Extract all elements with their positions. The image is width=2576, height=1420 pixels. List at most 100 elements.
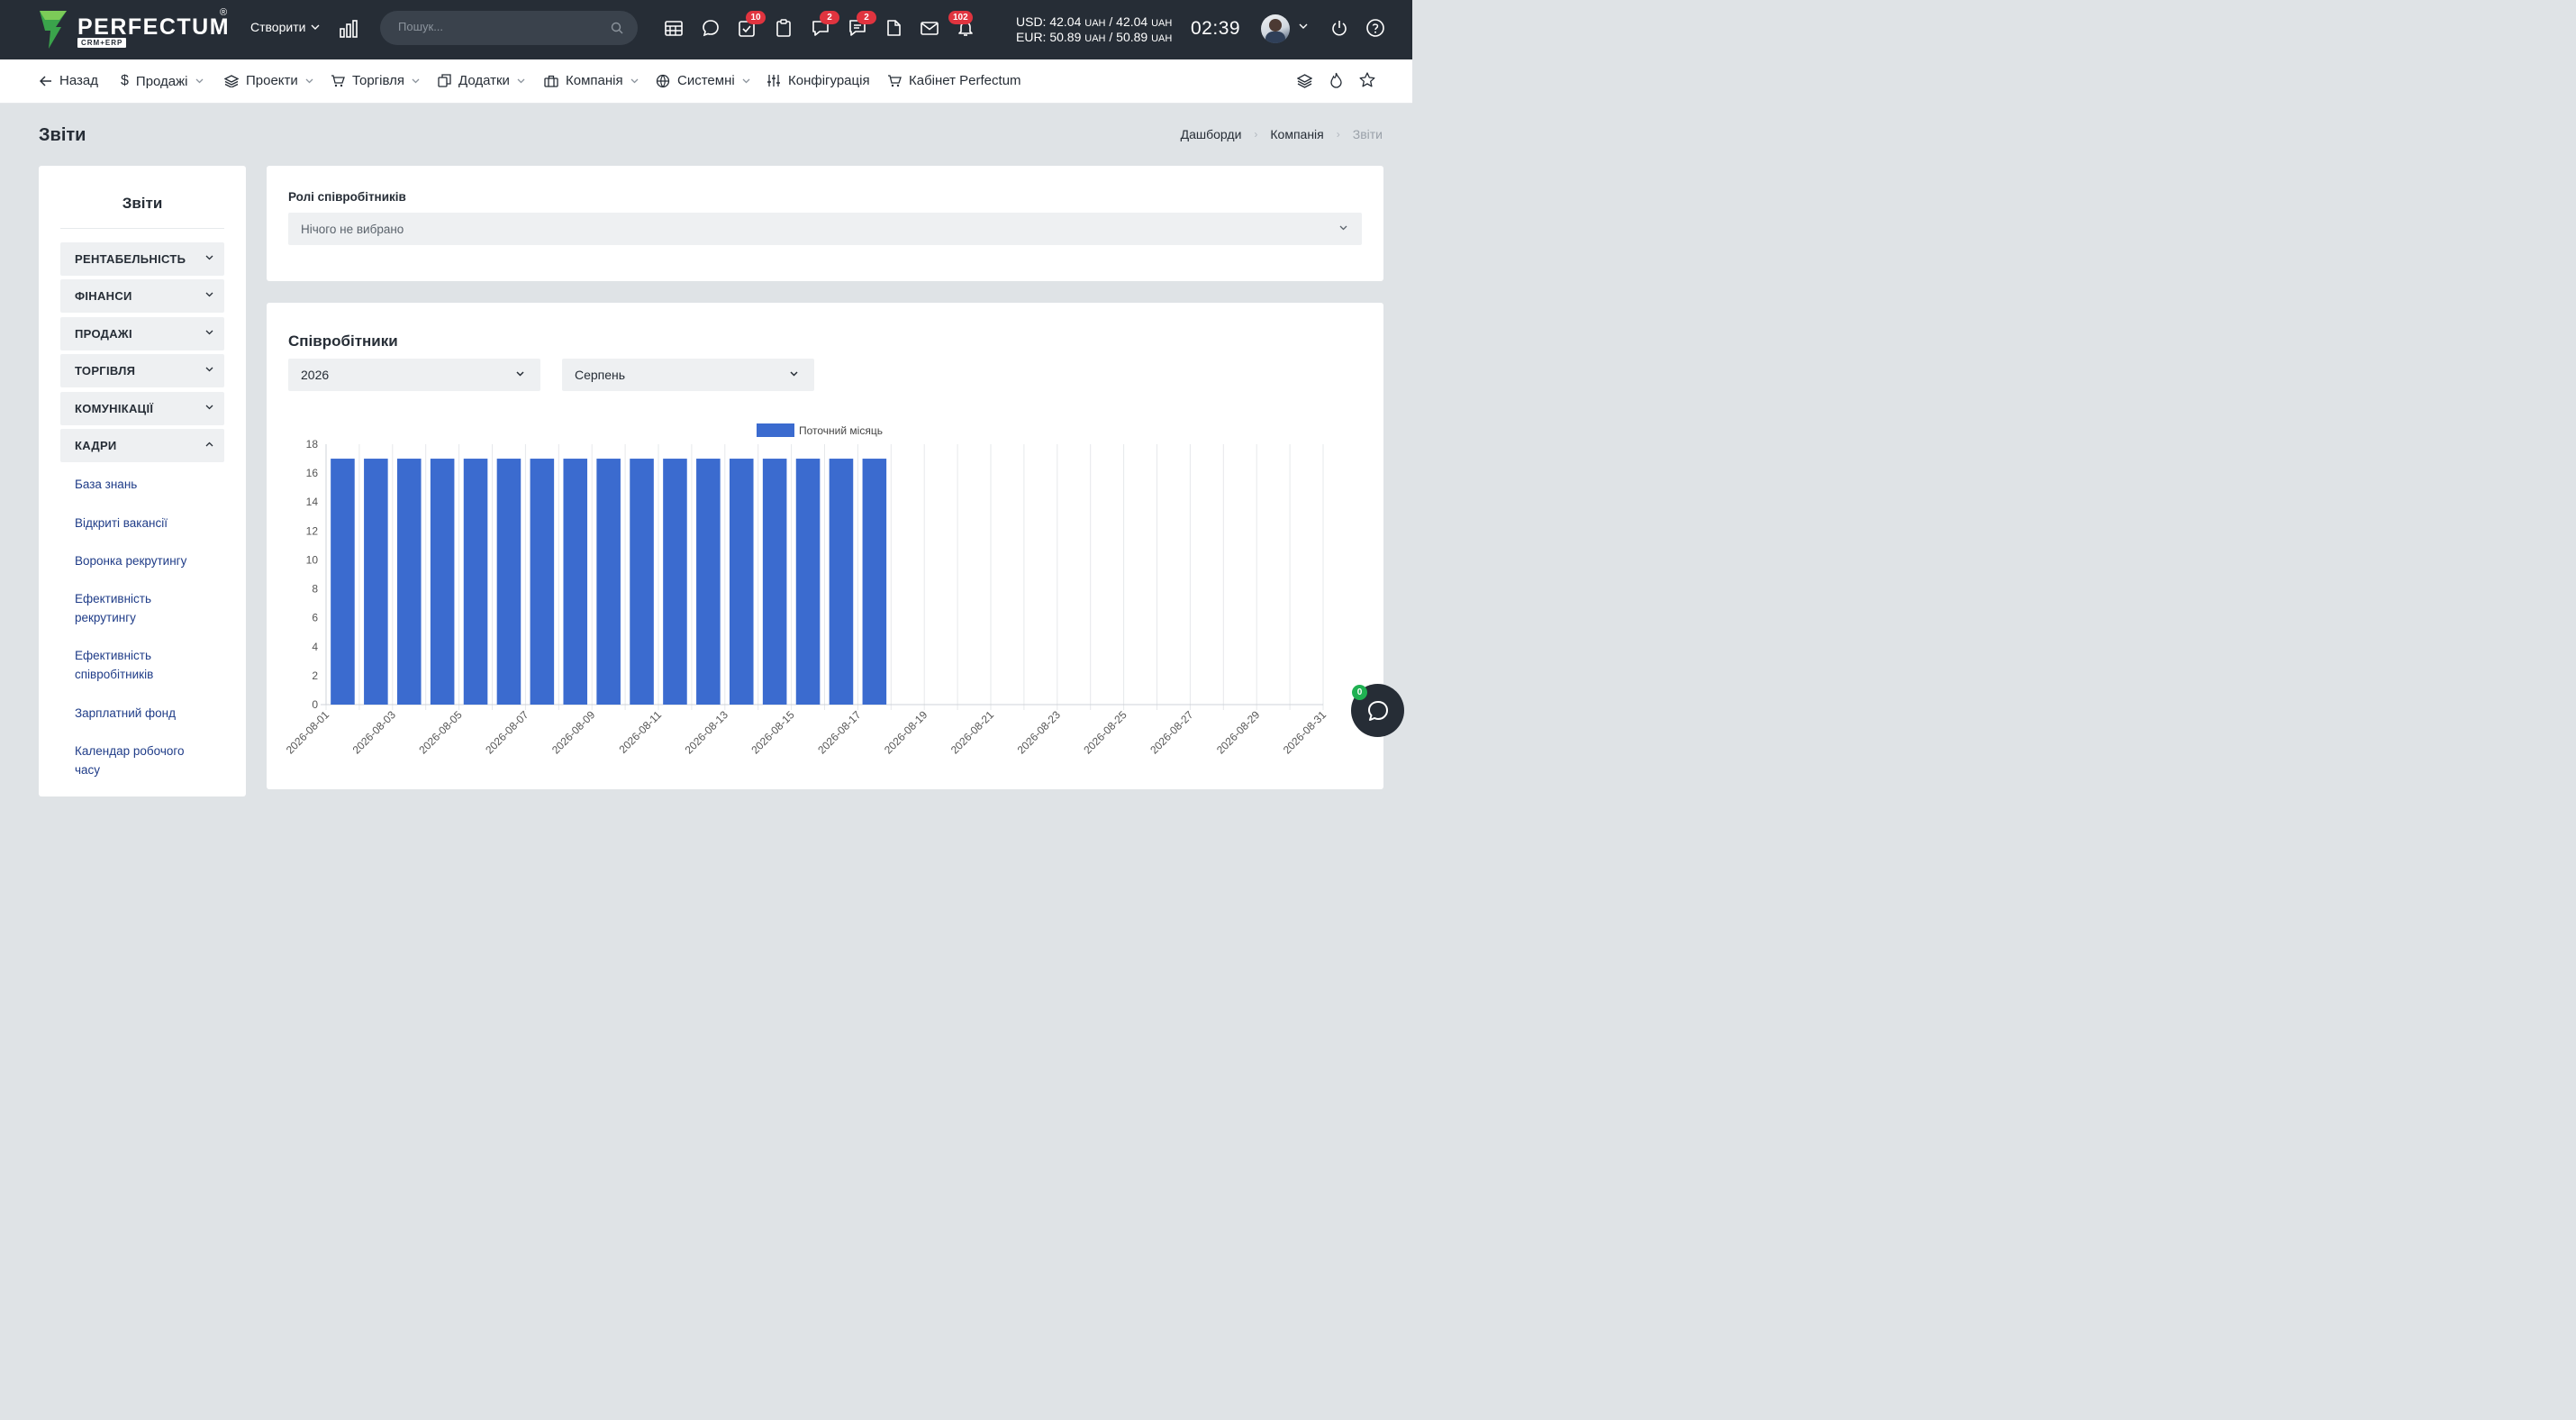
discussions-badge: 2 xyxy=(820,11,839,24)
breadcrumb-separator-icon: › xyxy=(1336,128,1340,141)
search-input[interactable] xyxy=(398,20,605,33)
bar xyxy=(762,459,787,705)
chevron-down-icon xyxy=(1339,225,1347,231)
briefcase-icon xyxy=(544,75,558,87)
dollar-icon: $ xyxy=(121,73,129,88)
y-tick-label: 16 xyxy=(306,467,319,479)
breadcrumb-current: Звіти xyxy=(1352,127,1383,141)
x-tick-label: 2026-08-05 xyxy=(416,708,465,757)
month-select-value: Серпень xyxy=(575,368,626,382)
power-icon[interactable] xyxy=(1329,18,1351,40)
chevron-down-icon xyxy=(205,330,213,335)
legend-label: Поточний місяць xyxy=(799,424,883,437)
y-tick-label: 2 xyxy=(312,669,318,682)
layers-icon[interactable] xyxy=(1297,74,1312,88)
chevron-down-icon xyxy=(205,292,213,297)
bar xyxy=(795,459,821,705)
stats-chart-icon[interactable] xyxy=(339,20,358,42)
sidebar-group-trade[interactable]: ТОРГІВЛЯ xyxy=(60,354,224,387)
sidebar-link-recruiting-funnel[interactable]: Воронка рекрутингу xyxy=(75,551,210,570)
chevron-down-icon xyxy=(412,78,420,83)
x-tick-label: 2026-08-29 xyxy=(1214,708,1263,757)
mail-icon[interactable] xyxy=(920,18,941,40)
x-tick-label: 2026-08-23 xyxy=(1015,708,1064,757)
year-select-value: 2026 xyxy=(301,368,330,382)
main-menu: Назад $ Продажі Проекти Торгівля Додатки… xyxy=(0,59,1412,104)
x-tick-label: 2026-08-01 xyxy=(284,708,332,757)
top-bar: PERFECTUM ® CRM+ERP Створити 10 2 2 xyxy=(0,0,1412,59)
sidebar-group-communications[interactable]: КОМУНІКАЦІЇ xyxy=(60,392,224,425)
menu-system[interactable]: Системні xyxy=(656,73,750,88)
menu-trade[interactable]: Торгівля xyxy=(331,73,420,88)
bell-icon[interactable]: 102 xyxy=(948,11,977,40)
file-icon[interactable] xyxy=(884,18,905,40)
chevron-down-icon xyxy=(205,255,213,260)
x-tick-label: 2026-08-07 xyxy=(483,708,531,757)
sidebar-group-profitability[interactable]: РЕНТАБЕЛЬНІСТЬ xyxy=(60,242,224,276)
y-tick-label: 6 xyxy=(312,612,318,624)
bar xyxy=(829,459,854,705)
messages-badge: 2 xyxy=(857,11,876,24)
clipboard-icon[interactable] xyxy=(774,18,795,40)
sidebar-group-hr[interactable]: КАДРИ xyxy=(60,429,224,462)
bar xyxy=(596,459,621,705)
logo-registered: ® xyxy=(220,7,228,18)
calendar-icon[interactable] xyxy=(664,18,685,40)
flame-icon[interactable] xyxy=(1329,72,1343,88)
discussions-icon[interactable]: 2 xyxy=(811,11,839,40)
sidebar-title: Звіти xyxy=(122,195,163,212)
roles-select[interactable]: Нічого не вибрано xyxy=(288,213,1362,245)
x-tick-label: 2026-08-11 xyxy=(616,708,664,756)
menu-addons[interactable]: Додатки xyxy=(438,73,525,88)
menu-back[interactable]: Назад xyxy=(40,73,98,88)
reports-sidebar: Звіти РЕНТАБЕЛЬНІСТЬ ФІНАНСИ ПРОДАЖІ ТОР… xyxy=(39,166,246,796)
sidebar-link-employee-efficiency[interactable]: Ефективність співробітників xyxy=(75,646,210,684)
sidebar-group-sales[interactable]: ПРОДАЖІ xyxy=(60,317,224,350)
employees-title: Співробітники xyxy=(288,332,398,350)
y-tick-label: 4 xyxy=(312,641,318,653)
breadcrumb-separator-icon: › xyxy=(1254,128,1258,141)
bar xyxy=(496,459,522,705)
sidebar-link-knowledge-base[interactable]: База знань xyxy=(75,475,210,494)
bar xyxy=(630,459,654,705)
perfectum-logo[interactable]: PERFECTUM ® CRM+ERP xyxy=(38,7,236,52)
x-tick-label: 2026-08-21 xyxy=(948,708,997,757)
roles-filter-card: Ролі співробітників Нічого не вибрано xyxy=(267,166,1383,281)
search-icon[interactable] xyxy=(611,22,623,34)
star-icon[interactable] xyxy=(1359,72,1375,87)
tasks-badge: 10 xyxy=(746,11,766,24)
x-tick-label: 2026-08-31 xyxy=(1281,708,1329,757)
year-select[interactable]: 2026 xyxy=(288,359,540,391)
menu-cabinet[interactable]: Кабінет Perfectum xyxy=(887,73,1021,88)
y-tick-label: 14 xyxy=(306,496,319,508)
menu-sales[interactable]: $ Продажі xyxy=(121,73,204,89)
create-button[interactable]: Створити xyxy=(250,20,320,34)
breadcrumb-company[interactable]: Компанія xyxy=(1270,127,1323,141)
chat-bubble-icon xyxy=(1368,701,1388,721)
layers-icon xyxy=(224,74,239,87)
sidebar-link-payroll[interactable]: Зарплатний фонд xyxy=(75,704,210,723)
sidebar-link-work-calendar[interactable]: Календар робочого часу xyxy=(75,742,210,779)
bar xyxy=(696,459,721,705)
menu-config[interactable]: Конфігурація xyxy=(766,73,870,88)
messages-icon[interactable]: 2 xyxy=(848,11,876,40)
y-tick-label: 12 xyxy=(306,524,319,537)
sidebar-link-recruiting-efficiency[interactable]: Ефективність рекрутингу xyxy=(75,589,210,627)
sidebar-link-open-vacancies[interactable]: Відкриті вакансії xyxy=(75,514,210,532)
help-icon[interactable] xyxy=(1365,18,1387,40)
chevron-down-icon xyxy=(311,24,320,30)
month-select[interactable]: Серпень xyxy=(562,359,814,391)
avatar[interactable] xyxy=(1261,14,1290,43)
copy-icon xyxy=(438,74,451,87)
chat-icon[interactable] xyxy=(701,18,722,40)
breadcrumb-dashboards[interactable]: Дашборди xyxy=(1181,127,1242,141)
chevron-down-icon[interactable] xyxy=(1299,23,1308,29)
tasks-icon[interactable]: 10 xyxy=(737,11,766,40)
bar xyxy=(663,459,687,705)
sidebar-group-finance[interactable]: ФІНАНСИ xyxy=(60,279,224,313)
chevron-up-icon xyxy=(205,441,213,447)
menu-company[interactable]: Компанія xyxy=(544,73,639,88)
chevron-down-icon xyxy=(742,78,750,83)
menu-projects[interactable]: Проекти xyxy=(224,73,313,88)
chevron-down-icon xyxy=(205,405,213,410)
